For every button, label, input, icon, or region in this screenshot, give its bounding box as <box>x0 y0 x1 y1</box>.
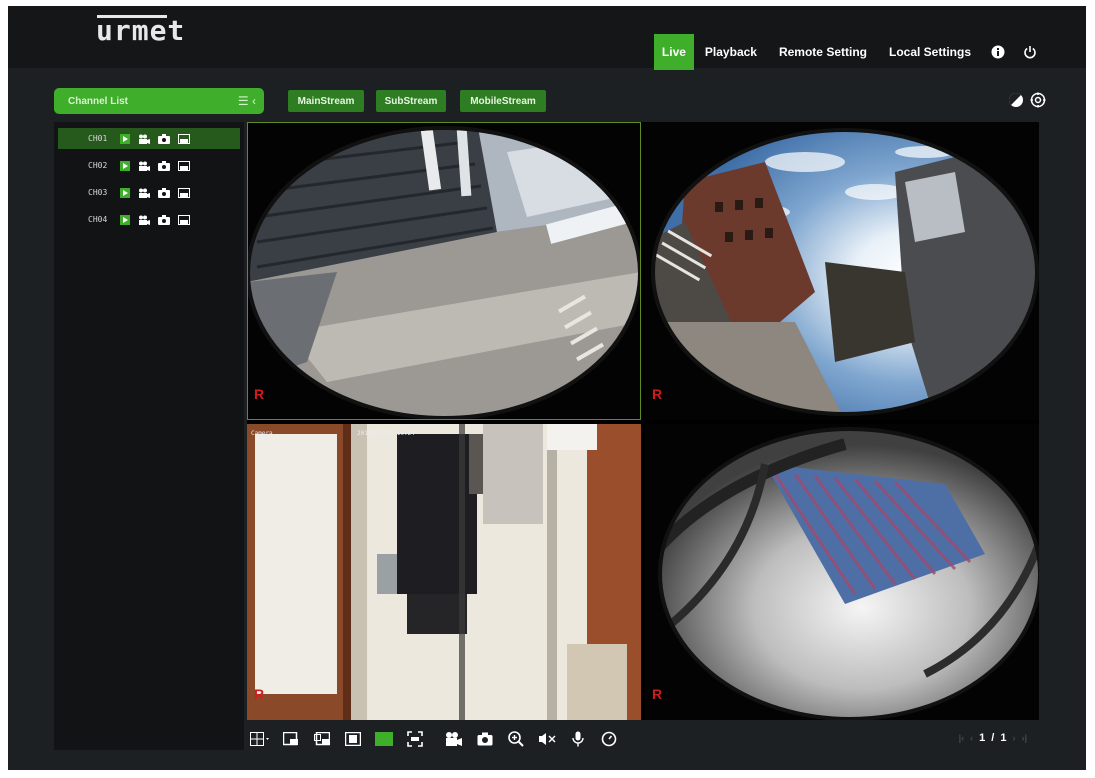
channel-name: CH02 <box>88 161 108 170</box>
channel-play-icon[interactable] <box>120 133 130 144</box>
toolbar-right-icons <box>1008 92 1046 113</box>
record-indicator: R <box>652 686 663 702</box>
channel-play-icon[interactable] <box>120 160 130 171</box>
channel-record-icon[interactable] <box>138 188 150 198</box>
zoom-icon[interactable] <box>503 726 529 752</box>
record-indicator: R <box>652 386 663 402</box>
record-all-icon[interactable] <box>441 726 467 752</box>
indoor-image-3 <box>247 424 641 720</box>
mute-icon[interactable] <box>534 726 560 752</box>
video-cell-3[interactable]: Camera 2019/07/15 10:24 R <box>247 424 641 720</box>
channel-play-icon[interactable] <box>120 187 130 198</box>
channel-name: CH01 <box>88 134 108 143</box>
fit-icon[interactable] <box>402 726 428 752</box>
current-page: 1 <box>979 732 986 744</box>
channel-record-icon[interactable] <box>138 161 150 171</box>
channel-screen-icon[interactable] <box>178 187 190 198</box>
sub-stream-button[interactable]: SubStream <box>376 90 446 112</box>
channel-list-header[interactable]: Channel List ☰ ‹ <box>54 88 264 114</box>
next-page-button[interactable]: › <box>1012 733 1015 743</box>
channel-play-icon[interactable] <box>120 214 130 225</box>
channel-snapshot-icon[interactable] <box>158 133 170 144</box>
main-nav: Live Playback Remote Setting Local Setti… <box>653 34 1046 70</box>
channel-name: CH04 <box>88 215 108 224</box>
channel-screen-icon[interactable] <box>178 160 190 171</box>
prev-screen-icon[interactable] <box>278 726 304 752</box>
info-icon[interactable] <box>982 34 1014 70</box>
channel-name: CH03 <box>88 188 108 197</box>
total-pages: 1 <box>1000 732 1007 744</box>
channel-list: CH01 CH02 CH03 CH04 <box>54 128 244 230</box>
next-screen-icon[interactable] <box>309 726 335 752</box>
video-cell-2[interactable]: R <box>645 122 1039 420</box>
settings-icon[interactable] <box>1030 92 1046 113</box>
live-toolbar: Channel List ☰ ‹ MainStream SubStream Mo… <box>54 88 1054 114</box>
channel-snapshot-icon[interactable] <box>158 214 170 225</box>
channel-list-label: Channel List <box>68 95 129 107</box>
channel-screen-icon[interactable] <box>178 214 190 225</box>
timer-icon[interactable] <box>596 726 622 752</box>
page-navigator: |‹ ‹ 1 / 1 › ›| <box>959 732 1027 744</box>
prev-page-button[interactable]: ‹ <box>970 733 973 743</box>
nav-playback-tab[interactable]: Playback <box>694 34 768 70</box>
fisheye-image-1 <box>247 122 641 420</box>
record-indicator: R <box>254 386 265 402</box>
video-cell-4[interactable]: R <box>645 424 1039 720</box>
snapshot-icon[interactable] <box>472 726 498 752</box>
video-grid: R R Camera 2019/07/15 10:24 R R <box>247 122 1039 720</box>
nav-live-tab[interactable]: Live <box>653 34 694 70</box>
nvr-app-window: urmet Live Playback Remote Setting Local… <box>8 6 1086 770</box>
video-cell-1[interactable]: R <box>247 122 641 420</box>
osd-timestamp: 2019/07/15 10:24 <box>357 430 415 437</box>
channel-row[interactable]: CH01 <box>58 128 240 149</box>
power-icon[interactable] <box>1014 34 1046 70</box>
channel-row[interactable]: CH03 <box>58 182 240 203</box>
microphone-icon[interactable] <box>565 726 591 752</box>
channel-record-icon[interactable] <box>138 134 150 144</box>
last-page-button[interactable]: ›| <box>1021 733 1027 743</box>
fullscreen-icon[interactable] <box>340 726 366 752</box>
first-page-button[interactable]: |‹ <box>959 733 965 743</box>
osd-camera-name: Camera <box>251 430 273 437</box>
channel-snapshot-icon[interactable] <box>158 187 170 198</box>
live-controls-bar: |‹ ‹ 1 / 1 › ›| <box>247 724 1039 754</box>
contrast-icon[interactable] <box>1008 92 1024 113</box>
channel-snapshot-icon[interactable] <box>158 160 170 171</box>
brand-logo: urmet <box>96 14 186 47</box>
fisheye-image-4 <box>645 424 1039 720</box>
stream-toggle-icon[interactable] <box>375 732 393 746</box>
channel-sidebar: CH01 CH02 CH03 CH04 <box>54 122 244 750</box>
fisheye-image-2 <box>645 122 1039 420</box>
mobile-stream-button[interactable]: MobileStream <box>460 90 546 112</box>
header-bar: urmet Live Playback Remote Setting Local… <box>8 6 1086 70</box>
nav-local-settings-tab[interactable]: Local Settings <box>878 34 982 70</box>
page-separator: / <box>991 732 995 744</box>
main-stream-button[interactable]: MainStream <box>288 90 364 112</box>
channel-list-menu-icon[interactable]: ☰ ‹ <box>238 94 256 108</box>
channel-screen-icon[interactable] <box>178 133 190 144</box>
channel-record-icon[interactable] <box>138 215 150 225</box>
channel-row[interactable]: CH04 <box>58 209 240 230</box>
layout-grid-icon[interactable] <box>247 726 273 752</box>
channel-row[interactable]: CH02 <box>58 155 240 176</box>
nav-remote-setting-tab[interactable]: Remote Setting <box>768 34 878 70</box>
record-indicator: R <box>254 686 265 702</box>
